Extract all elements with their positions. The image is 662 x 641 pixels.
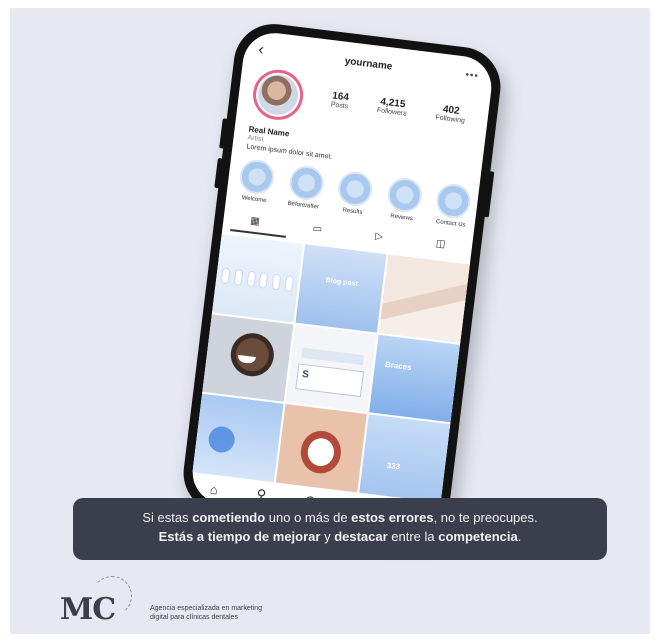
avatar[interactable]: [250, 66, 306, 123]
banner-emphasis: estos errores: [351, 510, 434, 525]
more-icon[interactable]: •••: [465, 70, 480, 83]
banner-text: Si estas: [142, 510, 193, 525]
post-tile[interactable]: [202, 314, 294, 403]
reels-icon[interactable]: ▭: [312, 223, 323, 235]
grid-icon[interactable]: ▦: [250, 215, 261, 227]
tagline-line: digital para clínicas dentales: [150, 614, 238, 621]
stat-followers[interactable]: 4,215 Followers: [376, 96, 408, 117]
highlight-item[interactable]: Results: [332, 169, 377, 218]
stat-posts[interactable]: 164 Posts: [330, 90, 350, 110]
tile-graphic: [301, 347, 365, 365]
banner-text: entre la: [387, 529, 439, 544]
phone-mockup: ‹ yourname ••• 164 Posts 4,215 Followers…: [179, 19, 505, 541]
highlight-label: Contact Us: [435, 219, 466, 229]
promo-card: ‹ yourname ••• 164 Posts 4,215 Followers…: [10, 8, 650, 634]
highlight-label: Reviews: [389, 213, 414, 223]
banner-line-2: Estás a tiempo de mejorar y destacar ent…: [73, 529, 607, 544]
brand-tagline: Agencia especializada en marketing digit…: [150, 604, 262, 622]
highlight-label: Welcome: [241, 195, 267, 205]
profile-stats: 164 Posts 4,215 Followers 402 Following: [316, 89, 481, 127]
banner-emphasis: competencia: [438, 529, 518, 544]
banner-text: y: [320, 529, 335, 544]
profile-role: Artist: [247, 134, 264, 144]
post-tile[interactable]: [192, 394, 284, 483]
highlight-item[interactable]: Contact Us: [430, 182, 475, 230]
brand-logo: MC: [60, 592, 116, 627]
tagline-line: Agencia especializada en marketing: [150, 605, 263, 612]
stat-label: Posts: [330, 101, 349, 111]
highlight-circle: [385, 176, 424, 214]
teeth-graphic: [221, 268, 293, 291]
tile-text: 333: [386, 461, 401, 472]
profile-bio: Lorem ipsum dolor sit amet.: [246, 143, 333, 161]
banner-text: .: [517, 529, 522, 544]
tile-text: Braces: [384, 359, 413, 372]
highlight-label: Before/after: [287, 200, 320, 211]
post-grid: Blog post S Braces 333: [192, 233, 470, 503]
stat-following[interactable]: 402 Following: [435, 103, 467, 125]
message-banner: Si estas cometiendo uno o más de estos e…: [73, 498, 607, 560]
highlight-circle: [336, 169, 375, 208]
highlight-circle: [287, 163, 326, 202]
tagged-icon[interactable]: ◫: [435, 238, 446, 250]
banner-line-1: Si estas cometiendo uno o más de estos e…: [73, 510, 607, 525]
play-icon[interactable]: ▷: [375, 231, 384, 243]
tile-graphic: S: [295, 362, 365, 397]
banner-emphasis: Estás a tiempo de mejorar: [158, 529, 321, 544]
post-tile[interactable]: S: [285, 324, 377, 413]
banner-text: uno o más de: [265, 510, 352, 525]
highlight-item[interactable]: Welcome: [234, 157, 279, 206]
banner-text: , no te preocupes.: [433, 510, 538, 525]
home-icon[interactable]: ⌂: [209, 481, 219, 497]
highlight-circle: [434, 182, 473, 220]
post-tile[interactable]: [378, 254, 470, 343]
tile-graphic: [207, 425, 237, 455]
tile-text: S: [301, 368, 310, 381]
highlight-item[interactable]: Reviews: [381, 176, 426, 224]
banner-emphasis: destacar: [334, 529, 388, 544]
post-tile[interactable]: Blog post: [295, 244, 387, 333]
highlight-item[interactable]: Before/after: [283, 163, 328, 212]
tile-text: Blog post: [325, 277, 359, 288]
post-tile[interactable]: 333: [359, 414, 451, 503]
banner-emphasis: cometiendo: [192, 510, 266, 525]
highlight-circle: [237, 157, 276, 196]
smile-graphic: [237, 355, 257, 365]
post-tile[interactable]: [275, 404, 367, 493]
highlight-label: Results: [342, 207, 363, 216]
post-tile[interactable]: [212, 233, 304, 323]
post-tile[interactable]: Braces: [369, 334, 461, 423]
